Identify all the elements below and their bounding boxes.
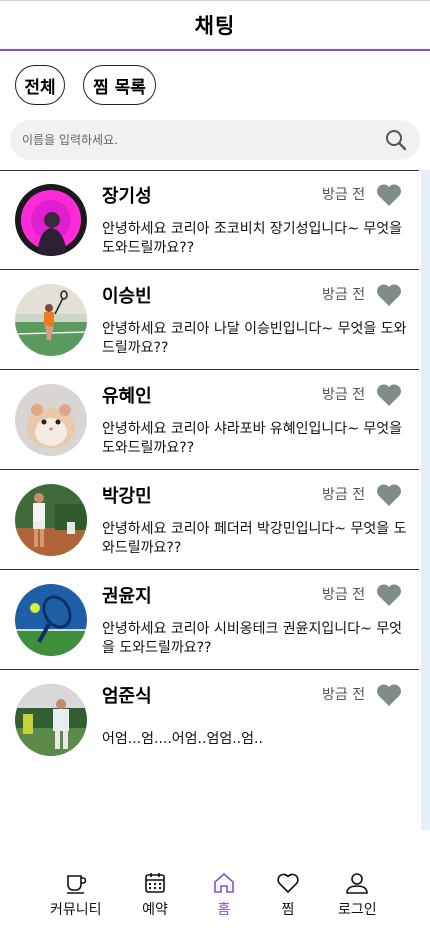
chat-row[interactable]: 장기성 방금 전 안녕하세요 코리아 조코비치 장기성입니다~ 무엇을 도와드릴… bbox=[0, 170, 419, 270]
avatar bbox=[15, 484, 87, 556]
chat-message: 안녕하세요 코리아 샤라포바 유혜인입니다~ 무엇을 도와드릴까요?? bbox=[102, 421, 403, 456]
heart-icon[interactable] bbox=[376, 383, 402, 407]
nav-label: 홈 bbox=[217, 902, 231, 918]
home-icon bbox=[211, 870, 237, 896]
nav-community[interactable]: 커뮤니티 bbox=[50, 870, 102, 919]
chat-name: 유혜인 bbox=[102, 386, 152, 407]
chat-row[interactable]: 권윤지 방금 전 안녕하세요 코리아 시비옹테크 권윤지입니다~ 무엇을 도와드… bbox=[0, 570, 419, 670]
heart-icon[interactable] bbox=[376, 583, 402, 607]
heart-icon[interactable] bbox=[376, 283, 402, 307]
chat-message: 안녕하세요 코리아 시비옹테크 권윤지입니다~ 무엇을 도와드릴까요?? bbox=[102, 621, 403, 656]
user-icon bbox=[344, 870, 370, 896]
chat-time: 방금 전 bbox=[322, 687, 366, 703]
chat-message: 안녕하세요 코리아 페더러 박강민입니다~ 무엇을 도와드릴까요?? bbox=[102, 521, 407, 556]
calendar-icon bbox=[142, 870, 168, 896]
nav-home[interactable]: 홈 bbox=[211, 870, 237, 919]
search-input[interactable] bbox=[22, 133, 384, 147]
chat-row[interactable]: 이승빈 방금 전 안녕하세요 코리아 나달 이승빈입니다~ 무엇을 도와드릴까요… bbox=[0, 270, 419, 370]
chat-time: 방금 전 bbox=[322, 387, 366, 403]
nav-label: 예약 bbox=[142, 902, 168, 918]
nav-reservation[interactable]: 예약 bbox=[142, 870, 168, 919]
chat-message: 어엄...엄....어엄..엄엄..엄.. bbox=[102, 731, 263, 747]
chat-row[interactable]: 박강민 방금 전 안녕하세요 코리아 페더러 박강민입니다~ 무엇을 도와드릴까… bbox=[0, 470, 419, 570]
chat-list: 장기성 방금 전 안녕하세요 코리아 조코비치 장기성입니다~ 무엇을 도와드릴… bbox=[0, 170, 419, 770]
nav-login[interactable]: 로그인 bbox=[338, 870, 377, 919]
avatar bbox=[15, 384, 87, 456]
search-bar bbox=[10, 120, 420, 160]
avatar bbox=[15, 184, 87, 256]
chat-name: 엄준식 bbox=[102, 686, 152, 707]
nav-label: 찜 bbox=[281, 902, 295, 918]
chat-name: 박강민 bbox=[102, 486, 152, 507]
chat-time: 방금 전 bbox=[322, 587, 366, 603]
filter-favorites-button[interactable]: 찜 목록 bbox=[83, 65, 156, 105]
nav-label: 로그인 bbox=[338, 902, 377, 918]
filter-bar: 전체 찜 목록 bbox=[0, 65, 430, 105]
avatar bbox=[15, 684, 87, 756]
filter-all-button[interactable]: 전체 bbox=[15, 65, 65, 105]
chat-time: 방금 전 bbox=[322, 287, 366, 303]
chat-message: 안녕하세요 코리아 나달 이승빈입니다~ 무엇을 도와드릴까요?? bbox=[102, 321, 407, 356]
avatar bbox=[15, 584, 87, 656]
avatar bbox=[15, 284, 87, 356]
chat-list-container: 장기성 방금 전 안녕하세요 코리아 조코비치 장기성입니다~ 무엇을 도와드릴… bbox=[0, 170, 430, 830]
heart-icon[interactable] bbox=[376, 683, 402, 707]
scrollbar[interactable] bbox=[421, 170, 430, 830]
chat-time: 방금 전 bbox=[322, 487, 366, 503]
heart-outline-icon bbox=[275, 870, 301, 896]
nav-favorites[interactable]: 찜 bbox=[275, 870, 301, 919]
app-header: 채팅 bbox=[0, 0, 430, 51]
chat-name: 이승빈 bbox=[102, 286, 152, 307]
chat-time: 방금 전 bbox=[322, 187, 366, 203]
chat-message: 안녕하세요 코리아 조코비치 장기성입니다~ 무엇을 도와드릴까요?? bbox=[102, 221, 403, 256]
nav-label: 커뮤니티 bbox=[50, 902, 102, 918]
bottom-nav: 커뮤니티 예약 홈 찜 로그인 bbox=[0, 860, 430, 932]
page-title: 채팅 bbox=[194, 14, 236, 38]
chat-name: 권윤지 bbox=[102, 586, 152, 607]
chat-row[interactable]: 유혜인 방금 전 안녕하세요 코리아 샤라포바 유혜인입니다~ 무엇을 도와드릴… bbox=[0, 370, 419, 470]
heart-icon[interactable] bbox=[376, 483, 402, 507]
heart-icon[interactable] bbox=[376, 183, 402, 207]
search-icon[interactable] bbox=[384, 128, 408, 152]
chat-name: 장기성 bbox=[102, 186, 152, 207]
chat-row[interactable]: 엄준식 방금 전 어엄...엄....어엄..엄엄..엄.. bbox=[0, 670, 419, 770]
cup-icon bbox=[63, 870, 89, 896]
